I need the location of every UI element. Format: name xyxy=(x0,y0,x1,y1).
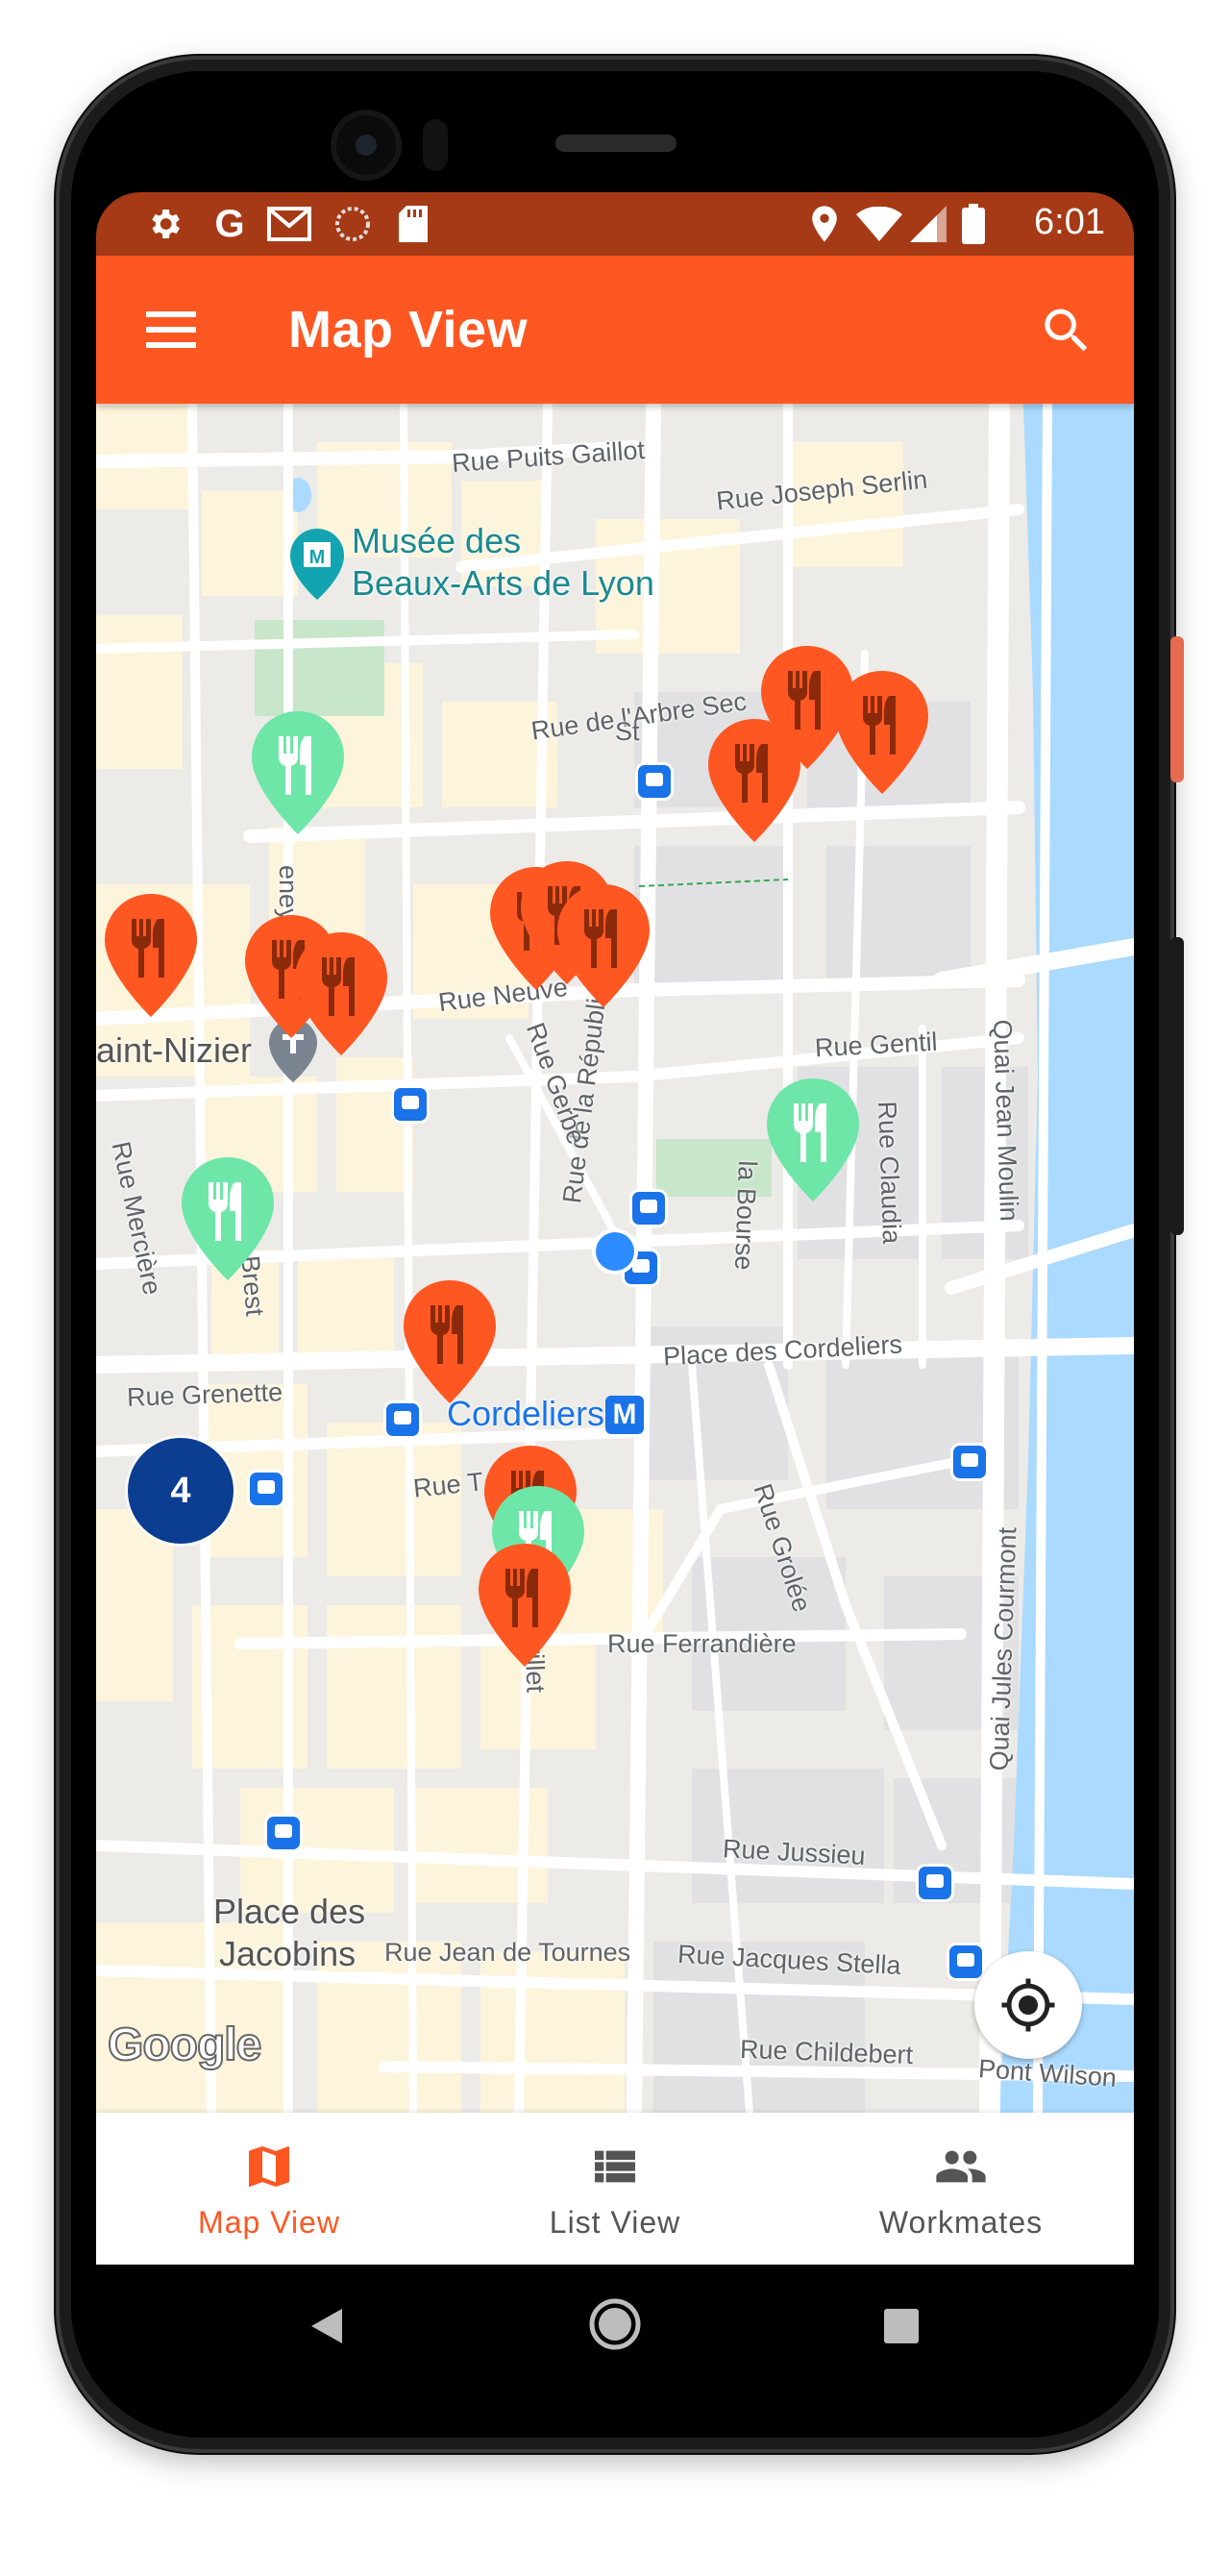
gmail-icon xyxy=(265,204,313,244)
fork-knife-icon xyxy=(105,894,197,1017)
nav-label: List View xyxy=(549,2205,681,2240)
fork-knife-icon xyxy=(557,884,650,1007)
fork-knife-icon xyxy=(479,1544,571,1667)
back-icon[interactable] xyxy=(309,2307,344,2350)
phone-screen: G 6:01 Map View Rue Puits Gaillot Rue Jo… xyxy=(96,192,1134,2265)
street-label: Rue Grenette xyxy=(126,1377,283,1412)
system-navigation-bar xyxy=(96,2265,1134,2386)
menu-icon[interactable] xyxy=(146,311,196,350)
app-bar: Map View xyxy=(96,256,1134,404)
proximity-sensor xyxy=(423,119,448,171)
fork-knife-icon-white xyxy=(182,1157,274,1280)
bus-stop-icon xyxy=(638,765,671,798)
street-label: Rue Claudia xyxy=(873,1101,907,1245)
metro-icon: M xyxy=(605,1396,644,1434)
restaurant-marker[interactable] xyxy=(834,669,930,796)
list-icon xyxy=(588,2140,642,2198)
restaurant-marker-joined[interactable] xyxy=(180,1155,276,1282)
fork-knife-icon xyxy=(404,1280,496,1403)
bus-stop-icon xyxy=(949,1945,982,1978)
restaurant-marker[interactable] xyxy=(103,892,199,1019)
google-icon: G xyxy=(214,202,245,245)
restaurant-marker[interactable] xyxy=(706,717,802,844)
earpiece-speaker xyxy=(555,135,676,152)
museum-label-2: Beaux-Arts de Lyon xyxy=(352,563,654,603)
wifi-icon xyxy=(855,204,903,244)
status-time: 6:01 xyxy=(1034,202,1105,242)
bus-stop-icon xyxy=(267,1817,300,1849)
restaurant-marker[interactable] xyxy=(477,1542,573,1669)
restaurant-marker[interactable] xyxy=(402,1278,498,1405)
map-icon xyxy=(242,2140,296,2198)
nav-map-view[interactable]: Map View xyxy=(96,2113,442,2265)
street-label: Rue Ferrandière xyxy=(607,1629,797,1658)
nav-label: Map View xyxy=(198,2205,340,2240)
status-bar: G 6:01 xyxy=(96,192,1134,256)
search-icon[interactable] xyxy=(1038,302,1095,359)
photos-icon xyxy=(332,204,373,244)
people-icon xyxy=(930,2140,992,2198)
fork-knife-icon-white xyxy=(252,711,344,834)
map-view[interactable]: Rue Puits Gaillot Rue Joseph Serlin Rue … xyxy=(96,404,1134,2113)
street-label: Rue Childebert xyxy=(739,2034,914,2070)
crosshair-icon xyxy=(1001,1978,1055,2032)
restaurant-marker[interactable] xyxy=(555,882,652,1009)
fork-knife-icon xyxy=(708,719,800,842)
recents-icon[interactable] xyxy=(884,2309,919,2348)
museum-icon: M xyxy=(290,529,344,605)
street-label: la Bourse xyxy=(729,1159,762,1272)
location-icon xyxy=(807,204,842,244)
fork-knife-icon xyxy=(836,671,928,794)
nav-workmates[interactable]: Workmates xyxy=(788,2113,1134,2265)
google-logo: Google xyxy=(107,2019,262,2071)
sd-card-icon xyxy=(396,204,430,244)
signal-icon xyxy=(909,204,947,244)
street-label: St xyxy=(615,717,640,746)
volume-button xyxy=(1170,937,1184,1235)
nav-list-view[interactable]: List View xyxy=(442,2113,788,2265)
fork-knife-icon xyxy=(295,932,387,1055)
marker-cluster[interactable]: 4 xyxy=(128,1438,234,1544)
street-label: Rue Jean de Tournes xyxy=(384,1938,631,1967)
battery-icon xyxy=(961,204,986,244)
restaurant-marker[interactable] xyxy=(293,930,389,1057)
nav-label: Workmates xyxy=(878,2205,1044,2240)
svg-text:M: M xyxy=(309,547,326,568)
restaurant-marker-joined[interactable] xyxy=(765,1077,861,1203)
bus-stop-icon xyxy=(386,1403,419,1436)
bus-stop-icon xyxy=(953,1446,986,1478)
museum-label: Musée des xyxy=(352,521,522,560)
home-icon[interactable] xyxy=(588,2297,642,2356)
bottom-navigation: Map View List View Workmates xyxy=(96,2113,1134,2265)
restaurant-marker-joined[interactable] xyxy=(250,709,346,836)
bus-stop-icon xyxy=(394,1088,427,1121)
place-label-saint-nizier: aint-Nizier xyxy=(96,1030,253,1070)
place-label-jacobins-2: Jacobins xyxy=(219,1934,357,1973)
fork-knife-icon-white xyxy=(767,1078,859,1201)
settings-icon xyxy=(144,204,184,244)
power-button xyxy=(1170,636,1184,782)
place-label-jacobins: Place des xyxy=(213,1892,366,1931)
bus-stop-icon xyxy=(250,1473,283,1505)
page-title: Map View xyxy=(288,301,529,359)
bus-stop-icon xyxy=(919,1867,951,1899)
front-camera xyxy=(336,115,396,175)
my-location-button[interactable] xyxy=(974,1951,1082,2059)
current-location-dot xyxy=(596,1232,634,1271)
bus-stop-icon xyxy=(632,1192,665,1225)
